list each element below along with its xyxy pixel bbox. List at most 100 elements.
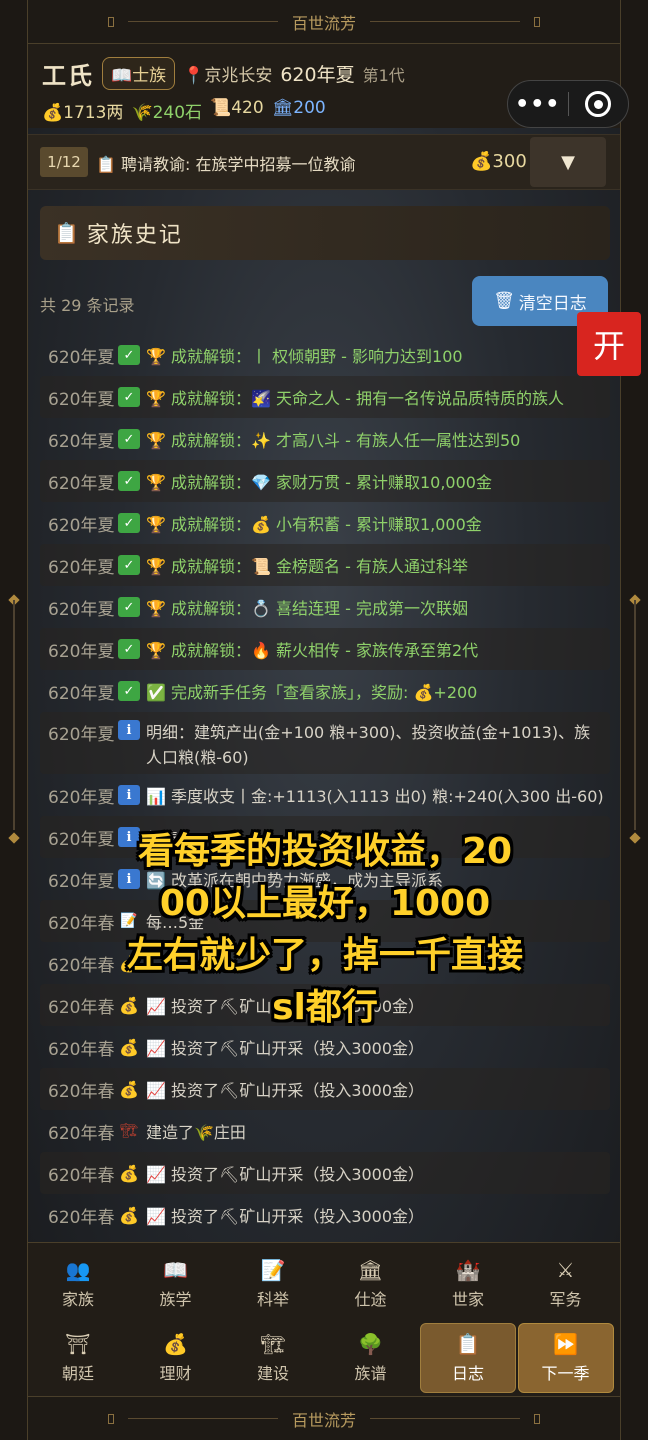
record-count: 共 29 条记录 <box>40 296 135 315</box>
nav-label: 理财 <box>159 1364 192 1383</box>
memo-icon: 📋 <box>96 155 122 174</box>
log-text: ✅ 完成新手任务「查看家族」，奖励: 💰+200 <box>146 683 478 702</box>
log-text: 明细：建筑产出(金+100 粮+300)、投资收益(金+1013)、族人口粮(粮… <box>146 723 591 767</box>
log-row: 620年夏 ✓ 🏆 成就解锁：丨 权倾朝野 - 影响力达到100 <box>40 334 610 376</box>
log-text: 📈 投资了⛏矿山开采（投入3000金） <box>146 1207 425 1226</box>
left-rail <box>0 0 28 1440</box>
log-row: 620年春 💰 📈 投资了⛏矿山开采（投入3000金） <box>40 1152 610 1194</box>
nav-crane[interactable]: 🏗 建设 <box>225 1323 321 1393</box>
log-date: 620年夏 <box>48 599 115 620</box>
log-row: 620年春 💰 📈 投资了⛏矿山开采（投入3000金） <box>40 1068 610 1110</box>
gold-value: 1713两 <box>63 103 124 123</box>
log-text: 📈 投资了⛏矿山开采（投入3000金） <box>146 1081 425 1100</box>
more-button[interactable]: ••• <box>508 92 568 117</box>
task-progress: 1/12 <box>40 147 88 177</box>
log-text: 建造了🌾庄田 <box>146 1123 246 1142</box>
nav-log[interactable]: 📋 日志 <box>420 1323 516 1393</box>
log-row: 620年夏 ✓ 🏆 成就解锁：🔥 薪火相传 - 家族传承至第2代 <box>40 628 610 670</box>
nav-castle[interactable]: 🏰 世家 <box>420 1249 516 1319</box>
info-icon: i <box>118 785 140 805</box>
log-date: 620年夏 <box>48 725 115 745</box>
float-open-button[interactable]: 开 <box>577 312 641 376</box>
prestige-resource: 🏛200 <box>272 98 326 123</box>
banner-dot <box>107 16 114 27</box>
log-date: 620年夏 <box>48 683 115 704</box>
banner-dot <box>534 1413 540 1424</box>
clipboard-icon: 📋 <box>54 221 79 245</box>
nav-pillar[interactable]: 🏛 仕途 <box>323 1249 419 1319</box>
banner-rule <box>127 21 278 22</box>
info-icon: i <box>118 720 140 740</box>
nav-swords[interactable]: ⚔ 军务 <box>518 1249 614 1319</box>
family-history-panel: 📋 家族史记 共 29 条记录 🗑 清空日志 620年夏 ✓ 🏆 成就解锁：丨 权倾… <box>40 206 610 1242</box>
crane-icon: 🏗 <box>120 1123 138 1139</box>
nav-next-season[interactable]: ⏩ 下一季 <box>517 1323 614 1393</box>
bottom-nav: 👥 家族 📖 族学 📝 科举 🏛 仕途 🏰 世家 ⚔ 军务 ⛩ 朝廷 💰 理财 🏗 建设 🌳 族谱 📋 日志 ⏩ 下一季 <box>28 1242 620 1396</box>
memo-icon: 📝 <box>260 1258 286 1282</box>
caption-line: 看每季的投资收益，20 <box>137 831 513 872</box>
castle-icon: 🏰 <box>455 1258 481 1282</box>
rail-ornament <box>8 832 20 844</box>
checkmark-icon: ✓ <box>118 429 140 449</box>
rail-ornament <box>629 832 641 844</box>
log-date: 620年夏 <box>48 557 115 578</box>
log-date: 620年春 <box>48 1081 115 1102</box>
nav-book[interactable]: 📖 族学 <box>128 1249 224 1319</box>
target-icon <box>585 91 612 117</box>
game-title: 百世流芳 <box>291 1410 356 1430</box>
nav-label: 族学 <box>159 1290 192 1309</box>
prestige-value: 200 <box>293 98 326 118</box>
log-text: 🏆 成就解锁：🌠 天命之人 - 拥有一名传说品质特质的族人 <box>146 389 564 408</box>
current-season: 620年夏 <box>280 64 355 86</box>
log-date: 620年春 <box>48 1207 115 1228</box>
scroll-resource: 📜420 <box>210 98 264 123</box>
log-text: 📈 投资了⛏矿山开采（投入3000金） <box>146 1039 425 1058</box>
log-date: 620年春 <box>48 1123 115 1144</box>
log-row: 620年春 🏗 建造了🌾庄田 <box>40 1110 610 1152</box>
tree-icon: 🌳 <box>358 1332 383 1356</box>
caption-overlay: 看每季的投资收益，20 00以上最好，1000 左右就少了，掉一千直接 sl都行 <box>60 826 590 1034</box>
log-text: 🏆 成就解锁：💎 家财万贯 - 累计赚取10,000金 <box>146 473 492 492</box>
log-text: 🏆 成就解锁：✨ 才高八斗 - 有族人任一属性达到50 <box>146 431 521 450</box>
banner-rule <box>370 1418 520 1419</box>
moneybag-icon: 💰 <box>163 1332 188 1356</box>
task-description: 📋 聘请教谕: 在族学中招募一位教谕 <box>96 151 356 175</box>
crane-icon: 🏗 <box>260 1332 286 1356</box>
close-miniprogram-button[interactable] <box>568 91 628 117</box>
nav-court[interactable]: ⛩ 朝廷 <box>30 1323 126 1393</box>
banner-rule <box>127 1418 278 1419</box>
task-expand-button[interactable]: ▼ <box>530 137 606 187</box>
fast-forward-icon: ⏩ <box>553 1332 578 1356</box>
log-row: 620年夏 ✓ 🏆 成就解锁：💎 家财万贯 - 累计赚取10,000金 <box>40 460 610 502</box>
log-row: 620年夏 ✓ ✅ 完成新手任务「查看家族」，奖励: 💰+200 <box>40 670 610 712</box>
log-text: 📈 投资了⛏矿山开采（投入3000金） <box>146 1165 425 1184</box>
panel-title-bar: 📋 家族史记 <box>40 206 610 260</box>
nav-people[interactable]: 👥 家族 <box>30 1249 126 1319</box>
nav-label: 家族 <box>61 1290 94 1309</box>
nav-memo[interactable]: 📝 科举 <box>225 1249 321 1319</box>
nav-label: 世家 <box>451 1290 484 1309</box>
location-label: 京兆长安 <box>204 66 273 86</box>
rank-badge[interactable]: 📖士族 <box>102 57 176 90</box>
task-bar[interactable]: 1/12 📋 聘请教谕: 在族学中招募一位教谕 💰300 ▼ <box>28 134 620 190</box>
grain-resource: 🌾240石 <box>131 98 202 123</box>
log-text: 🏆 成就解锁：丨 权倾朝野 - 影响力达到100 <box>146 347 463 366</box>
nav-label: 下一季 <box>541 1364 590 1383</box>
nav-moneybag[interactable]: 💰 理财 <box>128 1323 224 1393</box>
nav-label: 日志 <box>451 1364 484 1383</box>
log-date: 620年春 <box>48 1039 115 1060</box>
log-row: 620年夏 i 📊 季度收支丨金:+1113(入1113 出0) 粮:+240(入3… <box>40 774 610 816</box>
log-row: 620年夏 ✓ 🏆 成就解锁：✨ 才高八斗 - 有族人任一属性达到50 <box>40 418 610 460</box>
checkmark-icon: ✓ <box>118 597 140 617</box>
moneybag-icon: 💰 <box>119 1163 139 1183</box>
nav-tree[interactable]: 🌳 族谱 <box>323 1323 419 1393</box>
scroll-value: 420 <box>231 98 264 118</box>
log-list: 620年夏 ✓ 🏆 成就解锁：丨 权倾朝野 - 影响力达到100 620年夏 ✓ 🏆 成就… <box>40 334 610 1236</box>
log-date: 620年春 <box>48 1165 115 1186</box>
log-date: 620年夏 <box>48 473 115 494</box>
miniprogram-capsule: ••• <box>507 80 629 128</box>
log-text: 🏆 成就解锁：📜 金榜题名 - 有族人通过科举 <box>146 557 468 576</box>
banner-dot <box>534 16 540 27</box>
log-date: 620年夏 <box>48 347 115 368</box>
gold-resource: 💰1713两 <box>42 98 123 123</box>
